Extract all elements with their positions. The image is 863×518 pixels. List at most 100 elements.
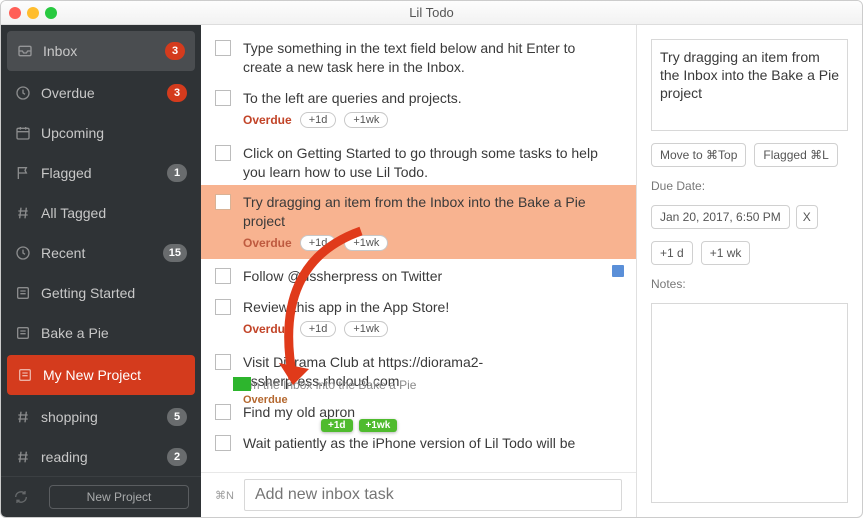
task-row[interactable]: Try dragging an item from the Inbox into… xyxy=(201,185,636,259)
notes-label: Notes: xyxy=(651,277,848,291)
task-checkbox[interactable] xyxy=(215,90,231,106)
plus-1d-pill[interactable]: +1d xyxy=(300,321,337,337)
window-title: Lil Todo xyxy=(1,5,862,20)
sidebar-item-all-tagged[interactable]: All Tagged xyxy=(1,193,201,233)
task-meta: Overdue +1d +1wk xyxy=(243,235,606,255)
sync-icon[interactable] xyxy=(13,489,29,505)
sidebar-item-recent[interactable]: Recent 15 xyxy=(1,233,201,273)
sidebar-item-flagged[interactable]: Flagged 1 xyxy=(1,153,201,193)
due-date-value[interactable]: Jan 20, 2017, 6:50 PM xyxy=(651,205,790,229)
overdue-label: Overdue xyxy=(243,236,292,250)
sidebar-item-label: Upcoming xyxy=(41,125,187,141)
task-title-editor[interactable]: Try dragging an item from the Inbox into… xyxy=(651,39,848,131)
add-task-input[interactable] xyxy=(244,479,622,511)
sidebar-item-label: Inbox xyxy=(43,43,165,59)
task-meta: Overdue +1d +1wk xyxy=(243,321,606,341)
task-checkbox[interactable] xyxy=(215,435,231,451)
move-to-top-button[interactable]: Move to ⌘Top xyxy=(651,143,746,167)
sidebar-item-label: Getting Started xyxy=(41,285,187,301)
list-icon xyxy=(17,367,33,383)
task-checkbox[interactable] xyxy=(215,145,231,161)
task-text: Follow @ussherpress on Twitter xyxy=(243,267,606,286)
task-checkbox[interactable] xyxy=(215,194,231,210)
task-row[interactable]: Follow @ussherpress on Twitter xyxy=(201,259,636,290)
plus-1d-pill[interactable]: +1d xyxy=(300,235,337,251)
task-meta: Overdue +1d +1wk xyxy=(243,112,606,132)
task-row[interactable]: Click on Getting Started to go through s… xyxy=(201,136,636,186)
sidebar-item-label: Overdue xyxy=(41,85,167,101)
clear-due-date-button[interactable]: X xyxy=(796,205,818,229)
task-row[interactable]: Review this app in the App Store! Overdu… xyxy=(201,290,636,345)
hash-icon xyxy=(15,409,31,425)
sidebar-badge: 3 xyxy=(167,84,187,102)
plus-1wk-pill[interactable]: +1wk xyxy=(344,235,388,251)
details-pane: Try dragging an item from the Inbox into… xyxy=(637,25,862,517)
sidebar-item-overdue[interactable]: Overdue 3 xyxy=(1,73,201,113)
task-checkbox[interactable] xyxy=(215,354,231,370)
add-task-row: ⌘N xyxy=(201,472,636,517)
sidebar-badge: 1 xyxy=(167,164,187,182)
content-columns: Inbox 3 Overdue 3 Upcoming Flagged 1 All… xyxy=(1,25,862,517)
plus-1wk-pill[interactable]: +1wk xyxy=(344,112,388,128)
task-text: Wait patiently as the iPhone version of … xyxy=(243,434,606,453)
task-text: Try dragging an item from the Inbox into… xyxy=(243,193,606,231)
plus-1d-pill[interactable]: +1d xyxy=(300,112,337,128)
sidebar-list: Inbox 3 Overdue 3 Upcoming Flagged 1 All… xyxy=(1,25,201,476)
hash-icon xyxy=(15,205,31,221)
sidebar-badge: 2 xyxy=(167,448,187,466)
sidebar-item-label: Flagged xyxy=(41,165,167,181)
task-checkbox[interactable] xyxy=(215,299,231,315)
app-window: Lil Todo Inbox 3 Overdue 3 Upcoming Flag… xyxy=(0,0,863,518)
sidebar-item-label: All Tagged xyxy=(41,205,187,221)
overdue-label: Overdue xyxy=(243,113,292,127)
new-project-button[interactable]: New Project xyxy=(49,485,189,509)
calendar-icon xyxy=(15,125,31,141)
task-text: Visit Diorama Club at https://diorama2-u… xyxy=(243,353,606,391)
sidebar-item-label: reading xyxy=(41,449,167,465)
task-text: Click on Getting Started to go through s… xyxy=(243,144,606,182)
task-text: To the left are queries and projects. xyxy=(243,89,606,108)
task-checkbox[interactable] xyxy=(215,40,231,56)
task-checkbox[interactable] xyxy=(215,404,231,420)
sidebar-item-label: Recent xyxy=(41,245,163,261)
task-row[interactable]: Visit Diorama Club at https://diorama2-u… xyxy=(201,345,636,395)
task-row[interactable]: To the left are queries and projects. Ov… xyxy=(201,81,636,136)
plus-1wk-button[interactable]: +1 wk xyxy=(701,241,751,265)
sidebar-footer: New Project xyxy=(1,476,201,517)
sidebar-badge: 3 xyxy=(165,42,185,60)
sidebar-item-shopping[interactable]: shopping 5 xyxy=(1,397,201,437)
sidebar-item-reading[interactable]: reading 2 xyxy=(1,437,201,476)
clock-icon xyxy=(15,245,31,261)
titlebar: Lil Todo xyxy=(1,1,862,25)
plus-1d-button[interactable]: +1 d xyxy=(651,241,693,265)
plus-1wk-pill[interactable]: +1wk xyxy=(344,321,388,337)
due-date-label: Due Date: xyxy=(651,179,848,193)
sidebar: Inbox 3 Overdue 3 Upcoming Flagged 1 All… xyxy=(1,25,201,517)
overdue-label: Overdue xyxy=(243,322,292,336)
sidebar-item-label: My New Project xyxy=(43,367,185,383)
sidebar-item-upcoming[interactable]: Upcoming xyxy=(1,113,201,153)
sidebar-item-bake-a-pie[interactable]: Bake a Pie xyxy=(1,313,201,353)
sidebar-item-my-new-project[interactable]: My New Project xyxy=(7,355,195,395)
sidebar-item-label: shopping xyxy=(41,409,167,425)
flagged-button[interactable]: Flagged ⌘L xyxy=(754,143,837,167)
add-task-shortcut: ⌘N xyxy=(215,489,234,502)
sidebar-item-label: Bake a Pie xyxy=(41,325,187,341)
list-icon xyxy=(15,285,31,301)
notes-editor[interactable] xyxy=(651,303,848,503)
hash-icon xyxy=(15,449,31,465)
task-checkbox[interactable] xyxy=(215,268,231,284)
clock-icon xyxy=(15,85,31,101)
inbox-icon xyxy=(17,43,33,59)
flag-icon xyxy=(15,165,31,181)
sidebar-badge: 5 xyxy=(167,408,187,426)
task-text: Review this app in the App Store! xyxy=(243,298,606,317)
sidebar-badge: 15 xyxy=(163,244,187,262)
task-row[interactable]: Find my old apron xyxy=(201,395,636,426)
task-row[interactable]: Wait patiently as the iPhone version of … xyxy=(201,426,636,457)
sidebar-item-inbox[interactable]: Inbox 3 xyxy=(7,31,195,71)
task-row[interactable]: Type something in the text field below a… xyxy=(201,31,636,81)
task-text: Type something in the text field below a… xyxy=(243,39,606,77)
sidebar-item-getting-started[interactable]: Getting Started xyxy=(1,273,201,313)
task-list-pane: om the Inbox into the Bake a Pie Overdue… xyxy=(201,25,637,517)
